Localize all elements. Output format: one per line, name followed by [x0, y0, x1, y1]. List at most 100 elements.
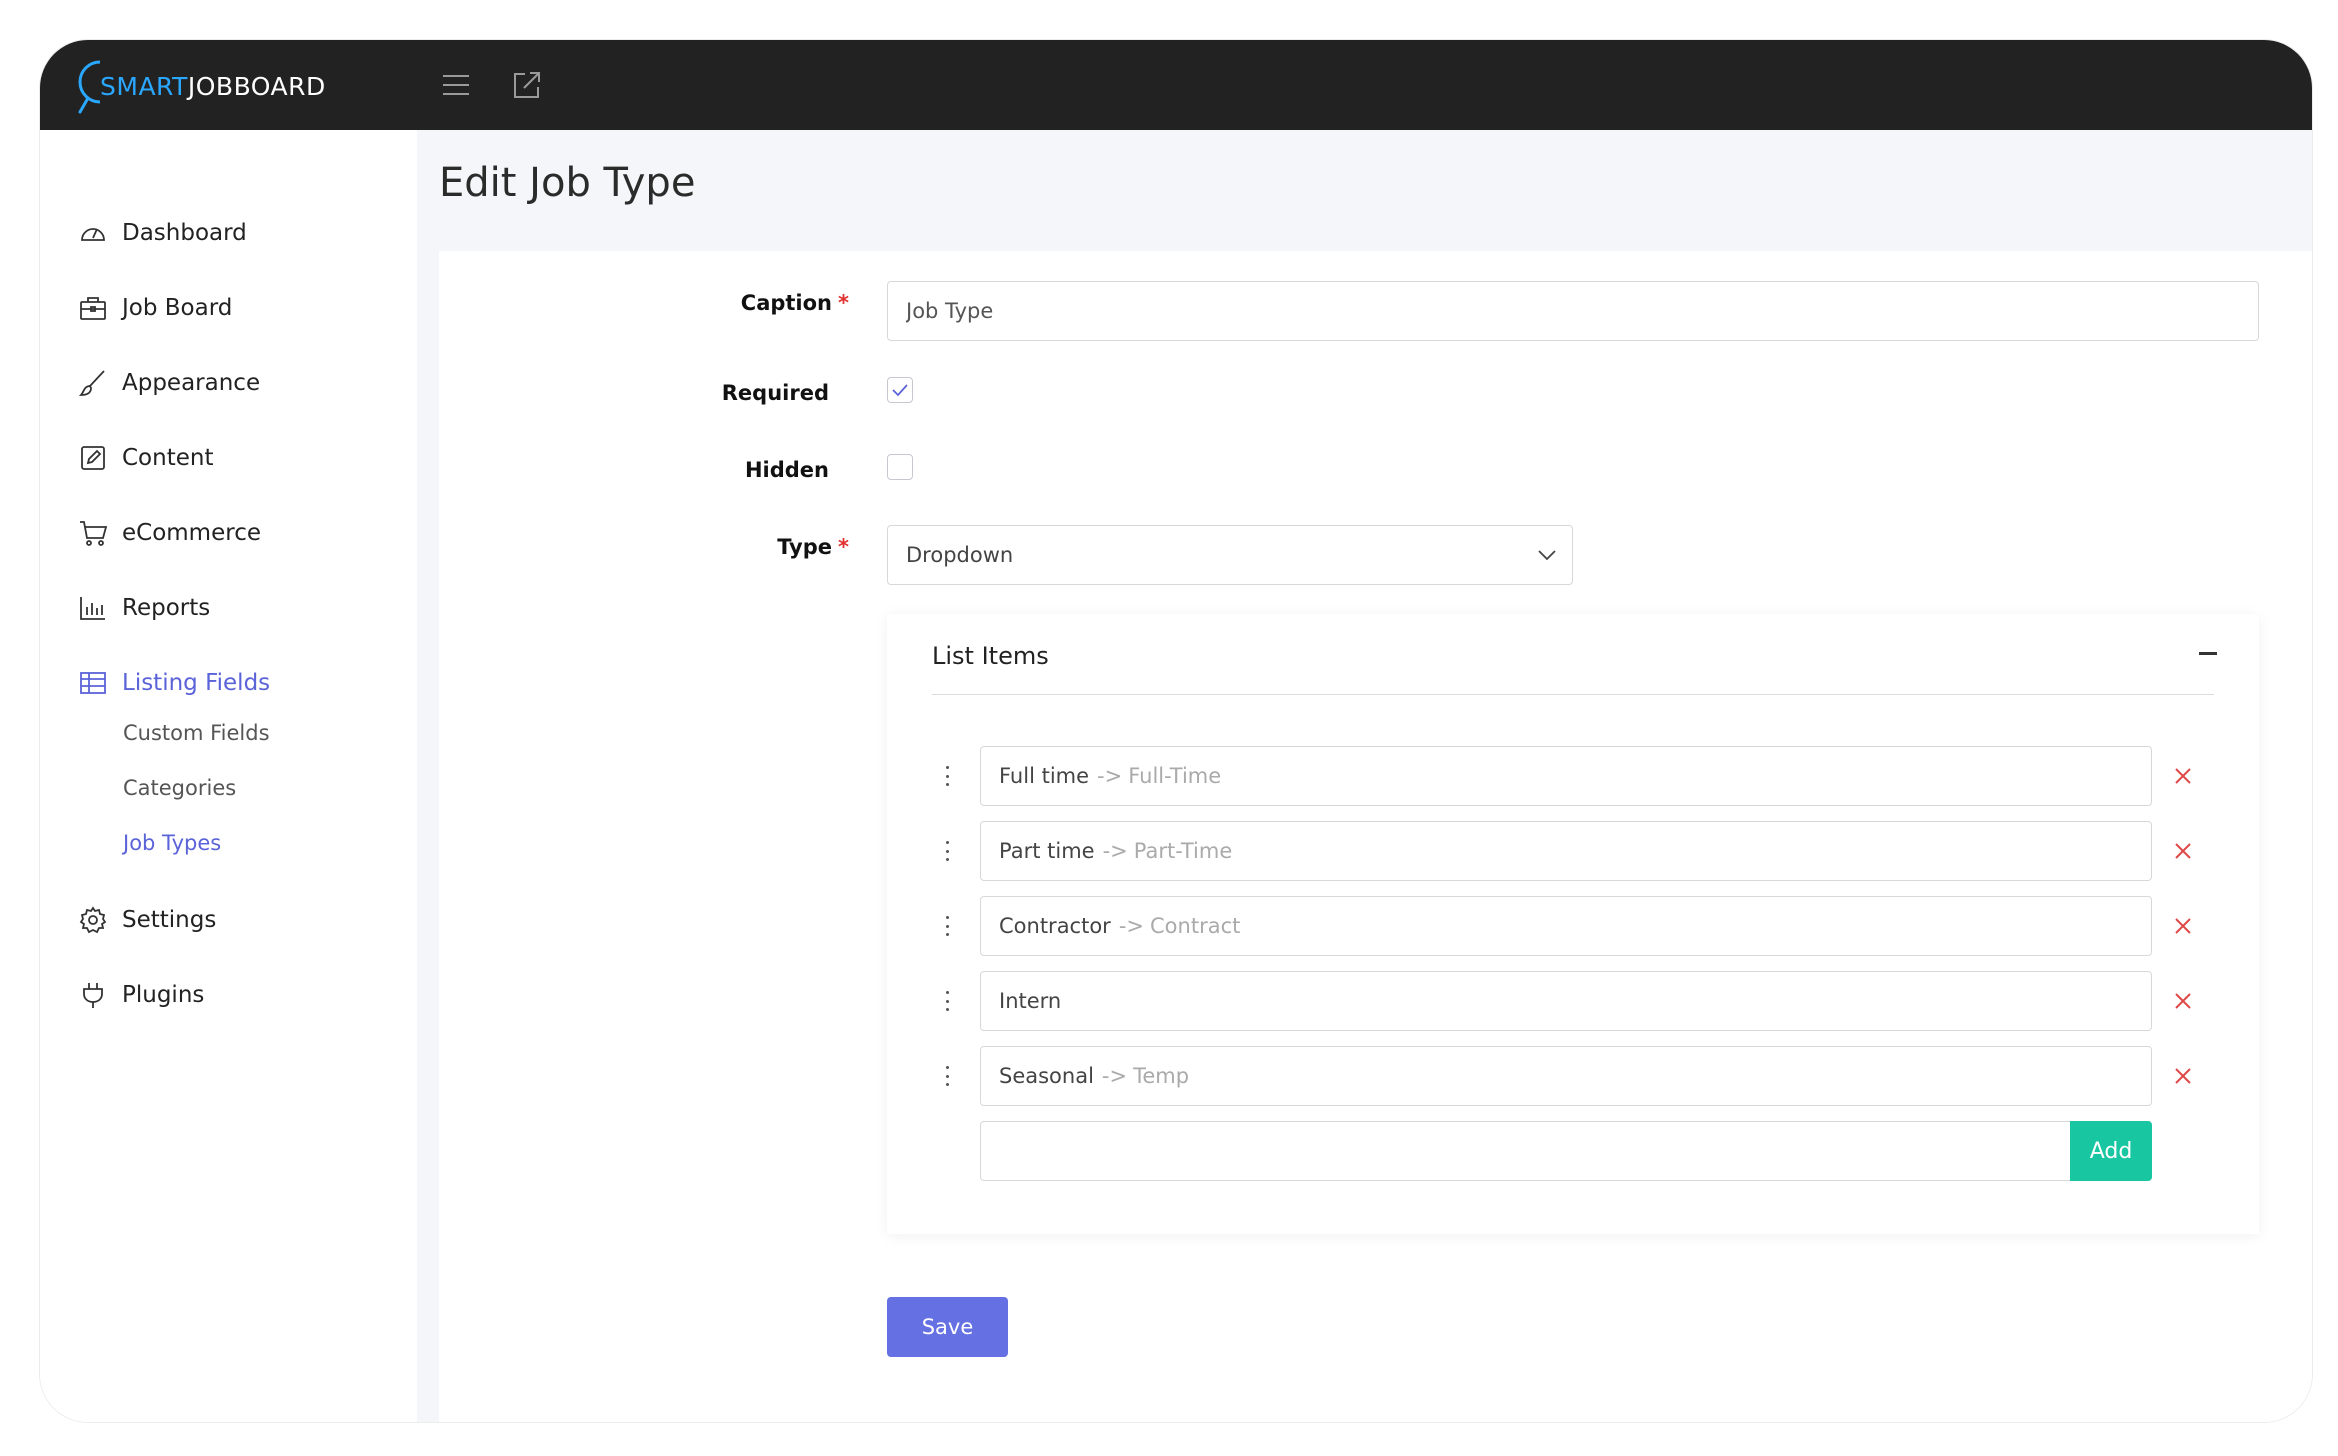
required-marker: * [838, 535, 849, 559]
sidebar-item-appearance[interactable]: Appearance [76, 363, 260, 403]
list-item-row: Full time -> Full-Time [887, 746, 2259, 806]
close-icon [2175, 993, 2191, 1009]
list-item-value: Full time [999, 764, 1090, 788]
logo[interactable]: SMARTJOBBOARD [78, 58, 326, 114]
panel-divider [932, 694, 2214, 695]
list-item-field[interactable]: Intern [980, 971, 2152, 1031]
sidebar-item-ecommerce[interactable]: eCommerce [76, 513, 261, 553]
required-marker: * [838, 291, 849, 315]
delete-item-button[interactable] [2167, 910, 2199, 942]
list-item-field[interactable]: Full time -> Full-Time [980, 746, 2152, 806]
sidebar-item-label: Job Board [122, 295, 233, 321]
add-item-row: Add [887, 1121, 2259, 1181]
plug-icon [76, 978, 110, 1012]
required-label: Required [721, 381, 829, 405]
sidebar-item-reports[interactable]: Reports [76, 588, 210, 628]
close-icon [2175, 843, 2191, 859]
brand-name: SMARTJOBBOARD [100, 72, 326, 101]
top-bar: SMARTJOBBOARD [40, 40, 2312, 130]
sidebar-item-settings[interactable]: Settings [76, 900, 216, 940]
sidebar-item-job-board[interactable]: Job Board [76, 288, 232, 328]
logo-magnifier-icon [78, 60, 101, 114]
brush-icon [76, 366, 110, 400]
list-item-alias: Temp [1133, 1064, 1190, 1088]
list-item-alias: Contract [1150, 914, 1241, 938]
hamburger-icon[interactable] [437, 66, 475, 104]
add-item-button[interactable]: Add [2070, 1121, 2152, 1181]
close-icon [2175, 918, 2191, 934]
chevron-down-icon [1538, 550, 1556, 561]
page-title: Edit Job Type [439, 160, 696, 206]
delete-item-button[interactable] [2167, 1060, 2199, 1092]
list-item-row: Part time -> Part-Time [887, 821, 2259, 881]
gear-icon [76, 903, 110, 937]
drag-handle-icon[interactable] [943, 1066, 951, 1086]
list-item-value: Seasonal [999, 1064, 1094, 1088]
alias-arrow: -> [1118, 914, 1145, 938]
app-window: SMARTJOBBOARD Dashboard Job Board Appear… [40, 40, 2312, 1422]
list-items-panel: List Items Full time -> Full-Time Part t… [887, 614, 2259, 1234]
list-item-field[interactable]: Contractor -> Contract [980, 896, 2152, 956]
cart-icon [76, 516, 110, 550]
alias-arrow: -> [1101, 1064, 1128, 1088]
sidebar-subitem-categories[interactable]: Categories [123, 771, 236, 805]
sidebar-item-label: Dashboard [122, 220, 247, 246]
list-items-title: List Items [932, 642, 1049, 670]
external-link-icon[interactable] [508, 66, 546, 104]
type-label: Type * [777, 535, 849, 559]
caption-label: Caption * [740, 291, 849, 315]
form-card: Caption* Required Hidden Type* Dropdown … [439, 251, 2312, 1422]
hidden-label: Hidden [744, 458, 829, 482]
delete-item-button[interactable] [2167, 760, 2199, 792]
sidebar-subitem-custom-fields[interactable]: Custom Fields [123, 716, 270, 750]
alias-arrow: -> [1102, 839, 1128, 863]
sidebar-item-label: Appearance [122, 370, 261, 396]
drag-handle-icon[interactable] [943, 916, 951, 936]
alias-arrow: -> [1097, 764, 1123, 788]
list-item-alias: Part-Time [1133, 839, 1233, 863]
sidebar-subitem-job-types[interactable]: Job Types [123, 826, 221, 860]
list-item-value: Contractor [999, 914, 1111, 938]
list-item-value: Intern [999, 989, 1062, 1013]
sidebar: Dashboard Job Board Appearance Content e… [40, 130, 417, 1422]
list-item-alias: Full-Time [1128, 764, 1222, 788]
type-select-value: Dropdown [906, 543, 1014, 567]
table-icon [76, 666, 110, 700]
save-button[interactable]: Save [887, 1297, 1008, 1357]
collapse-icon[interactable] [2199, 652, 2217, 655]
sidebar-item-plugins[interactable]: Plugins [76, 975, 204, 1015]
sidebar-item-label: Reports [122, 595, 211, 621]
list-item-value: Part time [999, 839, 1095, 863]
close-icon [2175, 768, 2191, 784]
bar-chart-icon [76, 591, 110, 625]
main-content: Edit Job Type Caption* Required Hidden T… [417, 130, 2312, 1422]
drag-handle-icon[interactable] [943, 841, 951, 861]
required-checkbox[interactable] [887, 377, 913, 403]
briefcase-icon [76, 291, 110, 325]
close-icon [2175, 1068, 2191, 1084]
sidebar-item-label: Plugins [122, 982, 205, 1008]
sidebar-item-label: eCommerce [122, 520, 261, 546]
new-item-input[interactable] [980, 1121, 2070, 1181]
delete-item-button[interactable] [2167, 835, 2199, 867]
hidden-checkbox[interactable] [887, 454, 913, 480]
edit-square-icon [76, 441, 110, 475]
delete-item-button[interactable] [2167, 985, 2199, 1017]
sidebar-item-label: Content [122, 445, 214, 471]
drag-handle-icon[interactable] [943, 991, 951, 1011]
list-item-row: Seasonal -> Temp [887, 1046, 2259, 1106]
check-icon [892, 384, 908, 397]
caption-input[interactable] [887, 281, 2259, 341]
sidebar-item-label: Settings [122, 907, 217, 933]
sidebar-item-listing-fields[interactable]: Listing Fields [76, 663, 270, 703]
sidebar-item-dashboard[interactable]: Dashboard [76, 213, 247, 253]
brand-rest: JOBBOARD [187, 71, 326, 101]
list-item-field[interactable]: Part time -> Part-Time [980, 821, 2152, 881]
type-select[interactable]: Dropdown [887, 525, 1573, 585]
drag-handle-icon[interactable] [943, 766, 951, 786]
list-item-field[interactable]: Seasonal -> Temp [980, 1046, 2152, 1106]
sidebar-item-label: Listing Fields [122, 670, 271, 696]
sidebar-item-content[interactable]: Content [76, 438, 213, 478]
speedometer-icon [76, 216, 110, 250]
list-item-row: Intern [887, 971, 2259, 1031]
